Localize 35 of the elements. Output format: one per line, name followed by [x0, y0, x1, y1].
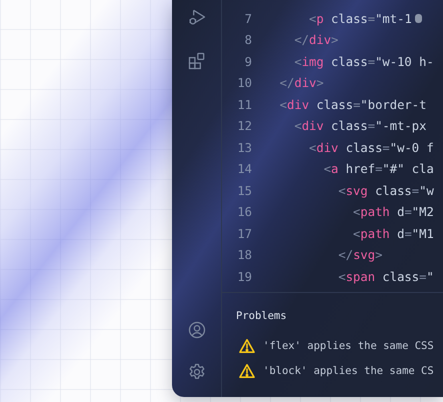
line-number: 9: [244, 54, 252, 69]
line-number: 12: [236, 119, 252, 134]
line-number: 13: [236, 140, 252, 155]
code-line: <a href="#" cla: [322, 162, 434, 176]
user-circle-icon[interactable]: [186, 320, 206, 340]
warning-icon: [239, 362, 255, 378]
code-line: <img class="w-10 h-: [293, 54, 434, 69]
code-line: <path d="M1: [352, 226, 434, 241]
warning-icon: [239, 338, 255, 354]
code-line: <p class="mt-1: [308, 12, 412, 26]
line-number: 10: [236, 76, 252, 90]
line-number: 8: [244, 33, 252, 48]
code-line: <svg class="w: [337, 184, 434, 198]
code-line: <span class=": [337, 270, 434, 284]
line-number: 11: [236, 98, 252, 112]
line-number: 15: [236, 184, 252, 198]
blocks-icon[interactable]: [186, 51, 206, 71]
line-number: 19: [236, 270, 252, 284]
code-line: </svg>: [337, 248, 382, 262]
code-line: <path d="M2: [352, 205, 434, 220]
code-line: <div class="-mt-px: [293, 119, 426, 134]
code-line: <div class="w-0 f: [308, 140, 434, 155]
line-number: 14: [236, 162, 252, 176]
panel-title: Problems: [236, 310, 288, 322]
problem-message[interactable]: 'flex' applies the same CSS: [263, 340, 434, 352]
play-bug-icon[interactable]: [186, 7, 206, 27]
code-line: </div>: [293, 33, 338, 48]
line-number: 7: [244, 12, 252, 26]
settings-icon[interactable]: [186, 362, 206, 382]
problem-message[interactable]: 'block' applies the same CS: [263, 364, 434, 376]
code-line: <div class="border-t: [278, 98, 426, 112]
line-number: 16: [236, 205, 252, 220]
line-number: 17: [236, 226, 252, 241]
code-line: </div>: [278, 76, 324, 90]
line-number: 18: [236, 248, 252, 262]
